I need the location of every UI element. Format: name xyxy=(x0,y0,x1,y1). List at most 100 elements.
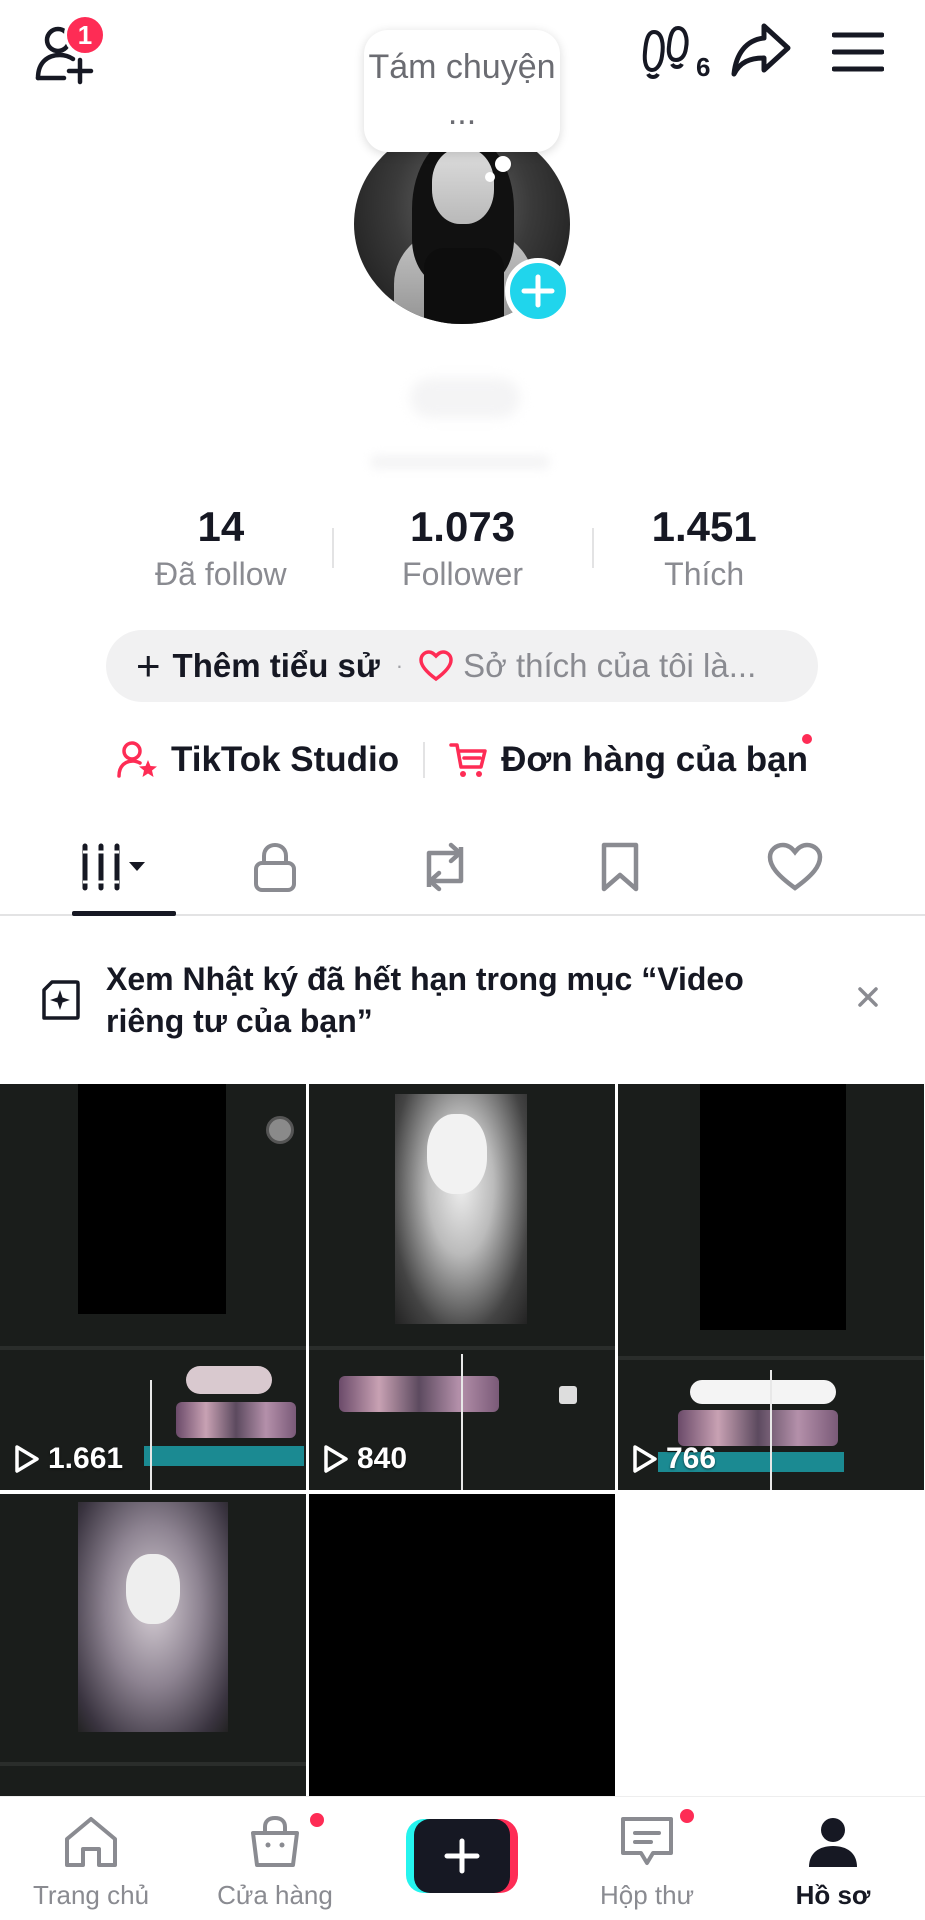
tab-videos[interactable] xyxy=(30,820,200,916)
thumb-playhead xyxy=(150,1380,152,1490)
close-icon[interactable] xyxy=(851,980,885,1014)
tab-reposts[interactable] xyxy=(350,820,540,914)
lock-icon xyxy=(254,842,296,892)
interests-button[interactable]: Sở thích của tôi là... xyxy=(419,647,756,685)
thumb-timeline xyxy=(309,1346,615,1350)
stat-divider xyxy=(332,528,334,568)
thumb-timeline xyxy=(0,1346,306,1350)
thumb-face xyxy=(427,1114,487,1194)
plus-icon xyxy=(444,1838,480,1874)
thumb-add xyxy=(559,1386,577,1404)
nav-label: Cửa hàng xyxy=(217,1880,333,1910)
stat-value: 14 xyxy=(197,503,245,550)
avatar-add-story-button[interactable] xyxy=(505,258,571,324)
stat-value: 1.073 xyxy=(409,503,516,550)
stat-following[interactable]: 14 Đã follow xyxy=(100,500,342,600)
video-play-count: 840 xyxy=(323,1442,407,1476)
video-thumbnail[interactable]: 1.661 xyxy=(0,1084,306,1490)
play-count: 766 xyxy=(666,1442,717,1475)
video-thumbnail[interactable] xyxy=(309,1494,615,1796)
thumb-avatars xyxy=(186,1366,272,1394)
person-star-icon xyxy=(117,741,157,778)
play-icon xyxy=(324,1445,348,1473)
inbox-notification-dot xyxy=(678,1807,696,1825)
nav-label: Hộp thư xyxy=(599,1880,694,1910)
video-play-count: 766 xyxy=(632,1442,716,1476)
stat-likes[interactable]: 1.451 Thích xyxy=(583,500,825,600)
play-count: 1.661 xyxy=(48,1442,124,1475)
thumb-timeline xyxy=(0,1762,306,1766)
profile-note-bubble[interactable]: Tám chuyện ... xyxy=(364,30,560,152)
bio-pill[interactable]: + Thêm tiểu sử · Sở thích của tôi là... xyxy=(106,630,818,702)
note-bubble-tail-small xyxy=(485,172,495,182)
shop-notification-dot xyxy=(308,1811,326,1829)
play-icon xyxy=(633,1445,657,1473)
menu-button[interactable] xyxy=(831,30,885,78)
orders-notification-dot xyxy=(802,734,812,744)
grid-icon xyxy=(82,843,145,891)
home-icon xyxy=(65,1817,117,1867)
nav-home[interactable]: Trang chủ xyxy=(16,1815,166,1911)
banner-text: Xem Nhật ký đã hết hạn trong mục “Video … xyxy=(106,961,744,1039)
thumb-timeline xyxy=(618,1356,924,1360)
thumb-playhead xyxy=(770,1370,772,1490)
nav-profile[interactable]: Hồ sơ xyxy=(758,1815,908,1911)
tiktok-studio-link[interactable]: TikTok Studio xyxy=(117,740,399,780)
thumb-strip xyxy=(339,1376,499,1412)
nav-shop[interactable]: Cửa hàng xyxy=(200,1815,350,1911)
bio-separator: · xyxy=(395,653,404,678)
nav-label: Trang chủ xyxy=(32,1880,150,1910)
shopping-bag-icon xyxy=(251,1815,299,1867)
thumb-dot xyxy=(266,1116,294,1144)
expired-diary-banner[interactable]: Xem Nhật ký đã hết hạn trong mục “Video … xyxy=(0,940,925,1060)
plus-icon xyxy=(521,274,555,308)
tab-liked[interactable] xyxy=(700,820,890,914)
add-bio-button[interactable]: + Thêm tiểu sử xyxy=(136,642,380,689)
footprint-icon xyxy=(642,25,689,79)
plus-icon: + xyxy=(136,642,161,689)
note-bubble-tail xyxy=(495,156,511,172)
create-button-face xyxy=(414,1819,510,1893)
shopping-cart-icon xyxy=(449,743,487,777)
inbox-icon xyxy=(621,1817,673,1865)
tab-saved[interactable] xyxy=(540,820,700,914)
blurred-username xyxy=(410,378,520,418)
stat-followers[interactable]: 1.073 Follower xyxy=(342,500,584,600)
interests-placeholder: Sở thích của tôi là... xyxy=(463,647,757,684)
play-icon xyxy=(15,1445,39,1473)
profile-stats: 14 Đã follow 1.073 Follower 1.451 Thích xyxy=(100,500,825,600)
blurred-handle xyxy=(370,455,550,469)
profile-views-count: 6 xyxy=(696,52,711,82)
tab-private[interactable] xyxy=(200,820,350,914)
video-play-count: 1.661 xyxy=(14,1442,123,1476)
nav-label: Hồ sơ xyxy=(795,1880,871,1910)
repost-icon xyxy=(426,842,464,892)
nav-inbox[interactable]: Hộp thư xyxy=(572,1815,722,1911)
thumb-face xyxy=(126,1554,180,1624)
share-profile-button[interactable] xyxy=(730,22,800,86)
add-bio-label: Thêm tiểu sử xyxy=(172,647,380,684)
stat-divider xyxy=(592,528,594,568)
thumb-preview xyxy=(78,1084,226,1314)
tiktok-studio-label: TikTok Studio xyxy=(170,740,400,779)
thumb-waveform xyxy=(144,1446,304,1466)
thumb-caption xyxy=(690,1380,836,1404)
content-tabs xyxy=(0,820,925,916)
create-video-button[interactable] xyxy=(406,1819,518,1893)
hamburger-menu-icon xyxy=(831,32,885,72)
avatar-face xyxy=(432,148,494,224)
play-count: 840 xyxy=(357,1442,408,1475)
stat-label: Thích xyxy=(664,556,745,592)
bookmark-icon xyxy=(601,842,639,892)
thumb-strip xyxy=(176,1402,296,1438)
video-thumbnail[interactable]: 840 xyxy=(309,1084,615,1490)
video-thumbnail[interactable]: 766 xyxy=(618,1084,924,1490)
stat-label: Follower xyxy=(402,556,523,592)
orders-link[interactable]: Đơn hàng của bạn xyxy=(449,740,808,780)
stat-value: 1.451 xyxy=(651,503,757,550)
profile-links: TikTok Studio Đơn hàng của bạn xyxy=(0,730,925,790)
heart-outline-icon xyxy=(419,650,453,682)
share-arrow-icon xyxy=(731,23,791,77)
video-thumbnail[interactable] xyxy=(0,1494,306,1796)
notification-badge: 1 xyxy=(64,14,106,56)
